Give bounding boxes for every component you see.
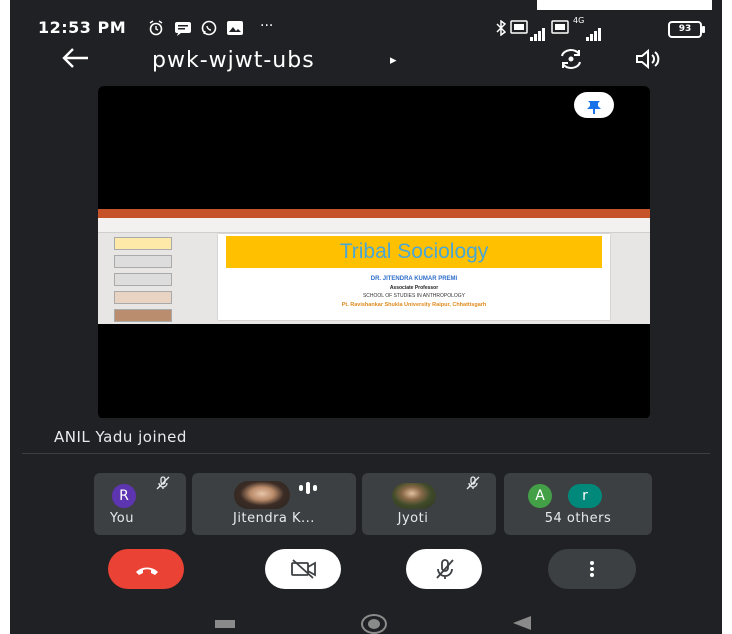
join-notification: ANIL Yadu joined [54, 428, 187, 446]
slide-thumbnail [114, 255, 172, 268]
powerpoint-titlebar [98, 209, 650, 218]
volte-icon-2 [551, 20, 569, 38]
4g-label-icon: 4G [573, 16, 585, 25]
slide-title: Tribal Sociology [339, 240, 489, 263]
avatar [234, 481, 290, 509]
participant-name: 54 others [544, 511, 612, 526]
participant-name: Jyoti [397, 511, 429, 526]
alarm-icon [148, 20, 164, 40]
hang-up-icon [134, 562, 160, 581]
camera-toggle-button[interactable] [265, 549, 341, 589]
slide-thumbnail [114, 237, 172, 250]
participant-tile-jitendra[interactable]: Jitendra K... [192, 473, 356, 535]
slide-thumbnails [102, 235, 172, 323]
home-nav-icon[interactable] [361, 614, 387, 634]
participant-name: Jitendra K... [233, 511, 315, 526]
mic-muted-icon [156, 476, 170, 493]
slide-thumbnail [114, 291, 172, 304]
avatar: A [528, 484, 552, 508]
speaking-indicator-icon [298, 479, 318, 498]
slide-thumbnail [114, 309, 172, 322]
back-nav-icon[interactable] [513, 616, 531, 630]
slide-school: SCHOOL OF STUDIES IN ANTHROPOLOGY [362, 293, 466, 299]
avatar [392, 483, 436, 509]
more-vert-icon [590, 560, 594, 582]
battery-icon: 93 [668, 21, 705, 38]
screenshot-edge [537, 0, 712, 10]
more-notifications: ··· [260, 18, 274, 34]
speaker-icon[interactable] [635, 48, 665, 70]
slide-university: Pt. Ravishankar Shukla University Raipur… [341, 302, 487, 308]
status-time: 12:53 PM [38, 18, 127, 37]
participant-tile-others[interactable]: A r 54 others [504, 473, 652, 535]
slide-title-box: Tribal Sociology [226, 236, 602, 268]
avatar: R [112, 484, 136, 508]
mic-off-icon [434, 558, 456, 584]
status-bar: 12:53 PM ··· 4G 93 [10, 14, 722, 42]
meeting-info-caret-icon[interactable]: ▸ [390, 53, 397, 68]
microphone-toggle-button[interactable] [406, 549, 482, 589]
slide-thumbnail [114, 273, 172, 286]
end-call-button[interactable] [108, 549, 184, 589]
participant-name: You [110, 511, 134, 526]
participant-tile-jyoti[interactable]: Jyoti [362, 473, 496, 535]
recents-nav-icon[interactable] [215, 620, 235, 628]
volte-icon [510, 20, 528, 38]
signal-bars-icon-2 [586, 22, 602, 41]
switch-camera-icon[interactable] [558, 48, 581, 69]
signal-bars-icon [530, 22, 546, 41]
gallery-icon [226, 20, 244, 40]
participant-tile-you[interactable]: R You [94, 473, 186, 535]
meet-app-screen: 12:53 PM ··· 4G 93 pwk-wjwt-ubs ▸ Tribal… [10, 0, 722, 634]
meeting-top-bar: pwk-wjwt-ubs ▸ [10, 44, 722, 78]
bluetooth-icon [496, 19, 507, 40]
mic-muted-icon [466, 476, 480, 493]
powerpoint-ribbon [98, 218, 650, 233]
current-slide: Tribal Sociology DR. JITENDRA KUMAR PREM… [218, 234, 610, 320]
back-arrow-icon[interactable] [60, 46, 90, 75]
more-options-button[interactable] [548, 549, 636, 589]
avatar: r [568, 484, 602, 508]
slide-role: Associate Professor [389, 285, 439, 291]
slide-author: DR. JITENDRA KUMAR PREMI [370, 276, 458, 282]
meeting-code[interactable]: pwk-wjwt-ubs [152, 48, 315, 73]
camera-off-icon [290, 559, 318, 583]
whatsapp-icon [201, 20, 217, 40]
pin-icon[interactable] [574, 92, 614, 118]
message-icon [174, 20, 192, 40]
shared-screen-slide: Tribal Sociology DR. JITENDRA KUMAR PREM… [98, 209, 650, 324]
